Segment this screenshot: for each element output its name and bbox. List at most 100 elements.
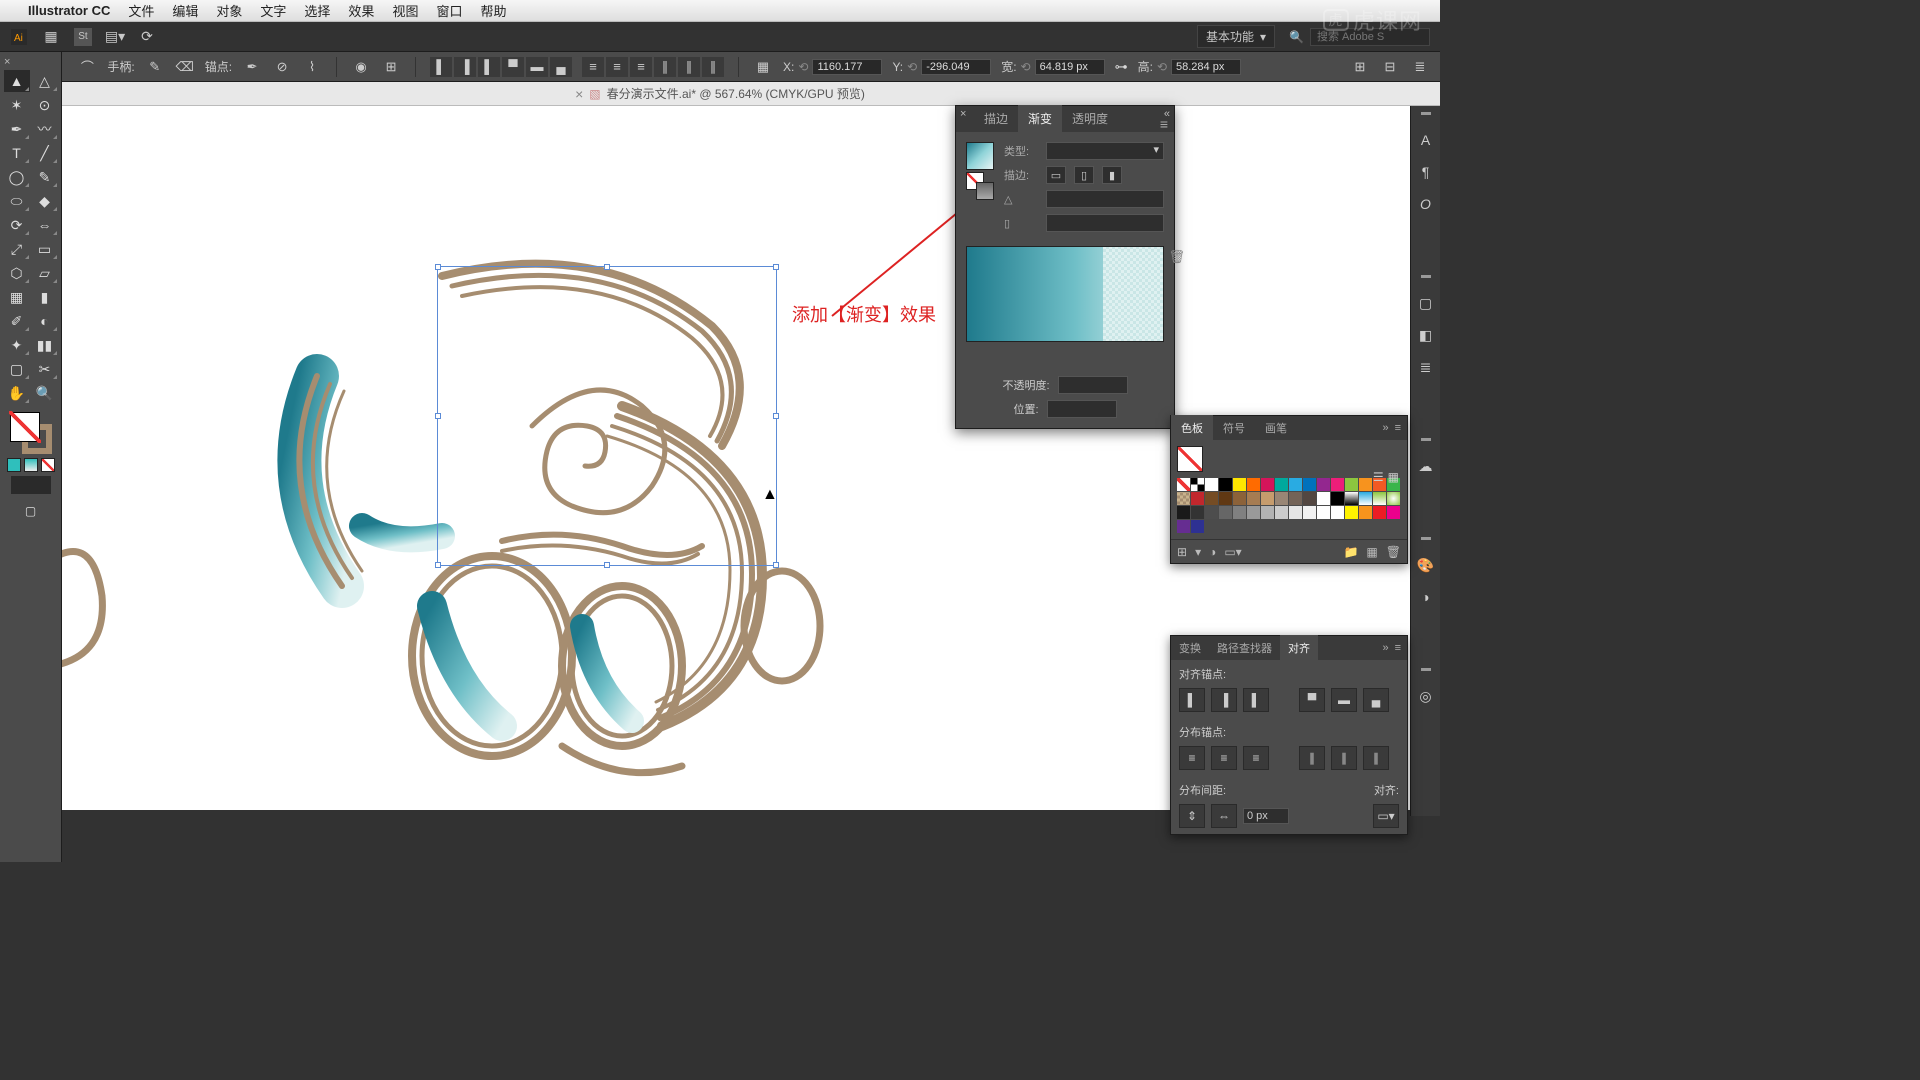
menu-edit[interactable]: 编辑: [172, 1, 198, 20]
appearance-panel-icon[interactable]: ◎: [1415, 685, 1437, 707]
mode-color[interactable]: [7, 458, 21, 472]
swatch-lib-icon[interactable]: ⊞: [1177, 545, 1187, 559]
mode-none[interactable]: [41, 458, 55, 472]
app-name[interactable]: Illustrator CC: [28, 3, 110, 18]
anchor-connect-icon[interactable]: ⌇: [302, 57, 322, 77]
gradient-angle-input[interactable]: [1046, 190, 1164, 208]
dist-hcenter-btn[interactable]: ∥: [1331, 746, 1357, 770]
character-panel-icon[interactable]: A: [1415, 129, 1437, 151]
selection-bounding-box[interactable]: [437, 266, 777, 566]
eraser-tool[interactable]: ◆: [32, 190, 58, 212]
perspective-tool[interactable]: ▱: [32, 262, 58, 284]
swatches-panel[interactable]: 色板 符号 画笔 »≡ ☰▦: [1170, 415, 1408, 564]
align-bottom-icon[interactable]: ▄: [550, 57, 572, 77]
shaper-tool[interactable]: ⬭: [4, 190, 30, 212]
gradient-stops[interactable]: [966, 344, 1164, 360]
align-vcenter-btn[interactable]: ▬: [1331, 688, 1357, 712]
asset-panel-icon[interactable]: ◧: [1415, 324, 1437, 346]
workspace-switcher[interactable]: 基本功能▾: [1197, 25, 1275, 48]
stock-icon[interactable]: St: [74, 28, 92, 46]
paragraph-panel-icon[interactable]: ¶: [1415, 161, 1437, 183]
tab-opacity[interactable]: 透明度: [1062, 105, 1118, 132]
convert-smooth-icon[interactable]: ⌒: [77, 57, 97, 77]
fill-stroke-indicator[interactable]: [10, 412, 52, 454]
align-bottom-btn[interactable]: ▄: [1363, 688, 1389, 712]
align-to-select[interactable]: ▭▾: [1373, 804, 1399, 828]
menu-window[interactable]: 窗口: [436, 1, 462, 20]
align-hcenter-btn[interactable]: ▐: [1211, 688, 1237, 712]
align-right-icon[interactable]: ▌: [478, 57, 500, 77]
tab-symbols[interactable]: 符号: [1213, 415, 1255, 441]
zoom-tool[interactable]: 🔍: [32, 382, 58, 404]
magic-wand-tool[interactable]: ✶: [4, 94, 30, 116]
layers-panel-icon[interactable]: ≣: [1415, 356, 1437, 378]
swatch-kind-icon[interactable]: ▾: [1195, 545, 1201, 559]
swatch-none[interactable]: [1177, 478, 1190, 491]
delete-stop-icon[interactable]: 🗑: [1168, 249, 1185, 265]
rotate-tool[interactable]: ⟳: [4, 214, 30, 236]
stop-opacity-input[interactable]: [1058, 376, 1128, 394]
align-right-btn[interactable]: ▌: [1243, 688, 1269, 712]
hand-tool[interactable]: ✋: [4, 382, 30, 404]
tab-pathfinder[interactable]: 路径查找器: [1209, 635, 1280, 661]
direct-selection-tool[interactable]: △: [32, 70, 58, 92]
document-tab[interactable]: × ▧ 春分演示文件.ai* @ 567.64% (CMYK/GPU 预览): [0, 82, 1440, 106]
dist-h-spacing-btn[interactable]: ⇔: [1211, 804, 1237, 828]
mesh-tool[interactable]: ▦: [4, 286, 30, 308]
gradient-preview-ramp[interactable]: 🗑: [966, 246, 1164, 342]
dist-v2-icon[interactable]: ∥: [678, 57, 700, 77]
gradient-tool[interactable]: ▮: [32, 286, 58, 308]
stop-position-input[interactable]: [1047, 400, 1117, 418]
dist-v1-icon[interactable]: ∥: [654, 57, 676, 77]
reflect-tool[interactable]: ⇔: [32, 214, 58, 236]
delete-swatch-icon[interactable]: 🗑: [1386, 545, 1401, 559]
paintbrush-tool[interactable]: ✎: [32, 166, 58, 188]
tab-gradient[interactable]: 渐变: [1018, 105, 1062, 132]
fill-swatch[interactable]: [10, 412, 40, 442]
bridge-icon[interactable]: ▦: [42, 28, 60, 46]
scale-tool[interactable]: ⤢: [4, 238, 30, 260]
align-left-btn[interactable]: ▌: [1179, 688, 1205, 712]
tab-stroke[interactable]: 描边: [974, 105, 1018, 132]
symbol-sprayer-tool[interactable]: ✦: [4, 334, 30, 356]
tab-align[interactable]: 对齐: [1280, 635, 1318, 661]
shape-builder-tool[interactable]: ⬡: [4, 262, 30, 284]
dist-bottom-btn[interactable]: ≡: [1243, 746, 1269, 770]
handle-icon[interactable]: ✎: [145, 57, 165, 77]
new-swatch-icon[interactable]: ▦: [1366, 545, 1377, 559]
ref-point-icon[interactable]: ▦: [753, 57, 773, 77]
menu-type[interactable]: 文字: [260, 1, 286, 20]
stroke-mode1-icon[interactable]: ▭: [1046, 166, 1066, 184]
anchor-pen-icon[interactable]: ✒: [242, 57, 262, 77]
arrange-docs-icon[interactable]: ▤▾: [106, 28, 124, 46]
swatch-group-icon[interactable]: ▭▾: [1224, 545, 1241, 559]
grid-view-icon[interactable]: ▦: [1388, 470, 1399, 484]
align-panel[interactable]: 变换 路径查找器 对齐 »≡ 对齐锚点: ▌ ▐ ▌ ▀ ▬ ▄ 分布锚点: ≡…: [1170, 635, 1408, 835]
menu-effect[interactable]: 效果: [348, 1, 374, 20]
gradient-panel[interactable]: × « 描边 渐变 透明度 ≡ 类型:▾ 描边: ▭ ▯ ▮ △ ▯: [955, 105, 1175, 429]
menu-help[interactable]: 帮助: [480, 1, 506, 20]
panel-expand-icon[interactable]: »: [1382, 642, 1388, 654]
list-view-icon[interactable]: ☰: [1373, 470, 1384, 484]
gradient-type-select[interactable]: ▾: [1046, 142, 1164, 160]
artboard-tool[interactable]: ▢: [4, 358, 30, 380]
menu-object[interactable]: 对象: [216, 1, 242, 20]
dist-h2-icon[interactable]: ≡: [606, 57, 628, 77]
blend-tool[interactable]: ◐: [32, 310, 58, 332]
swatch-registration[interactable]: [1191, 478, 1204, 491]
x-input[interactable]: [812, 59, 882, 75]
free-transform-tool[interactable]: ▭: [32, 238, 58, 260]
tab-brushes[interactable]: 画笔: [1255, 415, 1297, 441]
align-hcenter-icon[interactable]: ▐: [454, 57, 476, 77]
panel-collapse-icon[interactable]: «: [1164, 108, 1170, 120]
curvature-tool[interactable]: 〰: [32, 118, 58, 140]
swatch-fill-indicator[interactable]: [1177, 446, 1203, 472]
gradient-small-swatch[interactable]: [976, 182, 994, 200]
menu-view[interactable]: 视图: [392, 1, 418, 20]
link-wh-icon[interactable]: ⊶: [1115, 59, 1128, 75]
handle-remove-icon[interactable]: ⌫: [175, 57, 195, 77]
ctrl-ext1-icon[interactable]: ⊞: [1350, 57, 1370, 77]
anchor-remove-icon[interactable]: ⊘: [272, 57, 292, 77]
artboards-panel-icon[interactable]: ▢: [1415, 292, 1437, 314]
swatch-options-icon[interactable]: ◑: [1209, 545, 1216, 559]
